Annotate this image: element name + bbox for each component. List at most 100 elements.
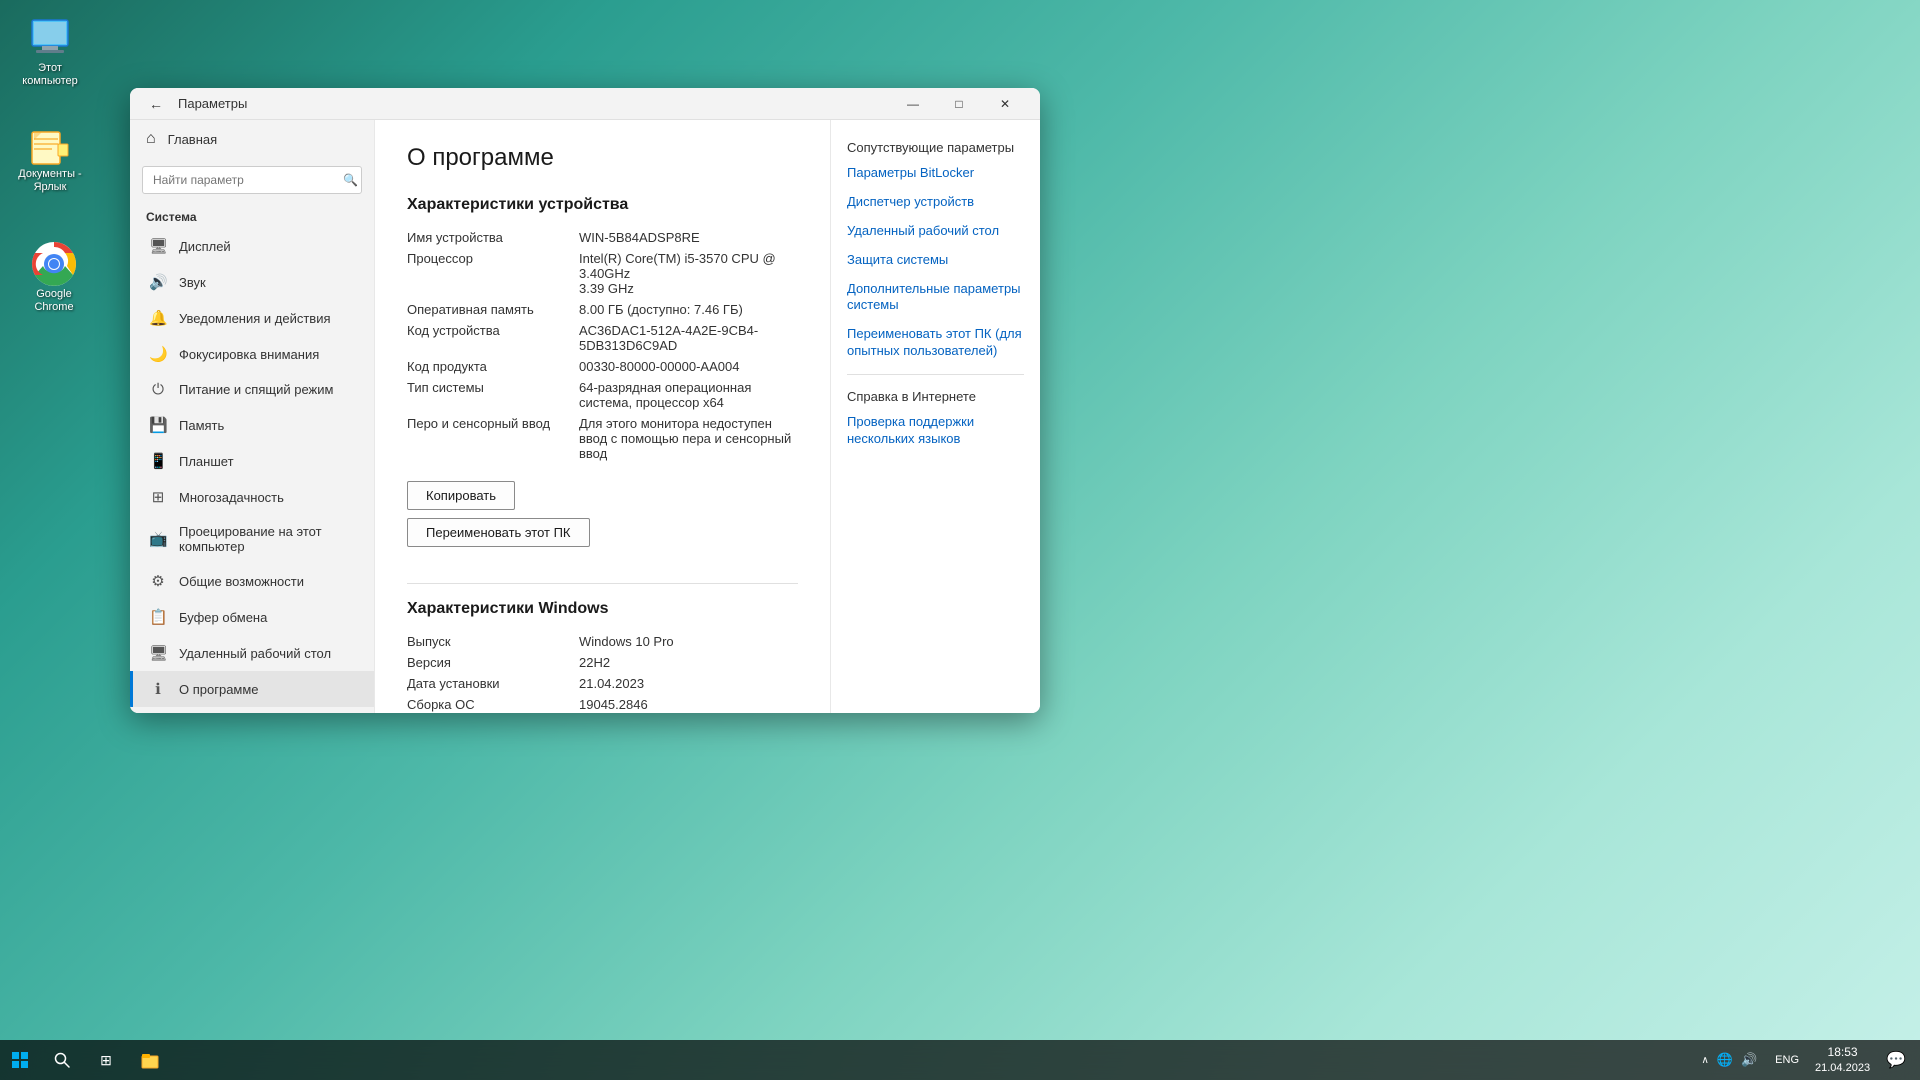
notifications-icon: 🔔 bbox=[149, 309, 167, 327]
sidebar-item-sound[interactable]: 🔊 Звук bbox=[130, 264, 374, 300]
focus-icon: 🌙 bbox=[149, 345, 167, 363]
clipboard-icon: 📋 bbox=[149, 608, 167, 626]
advanced-settings-link[interactable]: Дополнительные параметры системы bbox=[847, 281, 1024, 315]
window-body: ⌂ Главная 🔍 Система 🖥 Дисплей 🔊 Звук bbox=[130, 120, 1040, 713]
sidebar-item-accessibility-label: Общие возможности bbox=[179, 574, 304, 589]
power-icon: ⏻ bbox=[149, 381, 167, 398]
network-icon[interactable]: 🌐 bbox=[1717, 1052, 1733, 1068]
language-indicator[interactable]: ENG bbox=[1769, 1040, 1805, 1080]
clock-display[interactable]: 18:53 21.04.2023 bbox=[1809, 1040, 1876, 1080]
value-device-name: WIN-5B84ADSP8RE bbox=[579, 230, 798, 245]
sidebar-item-power[interactable]: ⏻ Питание и спящий режим bbox=[130, 372, 374, 407]
titlebar: ← Параметры — □ ✕ bbox=[130, 88, 1040, 120]
taskbar-tray: ∧ 🌐 🔊 ENG 18:53 21.04.2023 💬 bbox=[1685, 1040, 1920, 1080]
remote-icon: 🖥 bbox=[149, 644, 167, 662]
sidebar-section-label: Система bbox=[130, 202, 374, 228]
display-icon: 🖥 bbox=[149, 237, 167, 255]
device-info-grid: Имя устройства WIN-5B84ADSP8RE Процессор… bbox=[407, 230, 798, 461]
sidebar-item-remote[interactable]: 🖥 Удаленный рабочий стол bbox=[130, 635, 374, 671]
windows-info-grid: Выпуск Windows 10 Pro Версия 22H2 Дата у… bbox=[407, 634, 798, 713]
sidebar-item-tablet[interactable]: 📱 Планшет bbox=[130, 443, 374, 479]
sidebar-home[interactable]: ⌂ Главная bbox=[130, 120, 374, 158]
sidebar-item-display[interactable]: 🖥 Дисплей bbox=[130, 228, 374, 264]
taskbar-file-explorer[interactable] bbox=[128, 1040, 172, 1080]
label-os-build: Сборка ОС bbox=[407, 697, 567, 712]
multilang-link[interactable]: Проверка поддержки нескольких языков bbox=[847, 414, 1024, 448]
rename-pc-advanced-link[interactable]: Переименовать этот ПК (для опытных польз… bbox=[847, 326, 1024, 360]
minimize-button[interactable]: — bbox=[890, 88, 936, 120]
maximize-button[interactable]: □ bbox=[936, 88, 982, 120]
settings-window: ← Параметры — □ ✕ ⌂ Главная 🔍 Система bbox=[130, 88, 1040, 713]
sidebar-item-about-label: О программе bbox=[179, 682, 259, 697]
start-button[interactable] bbox=[0, 1040, 40, 1080]
sidebar-item-project-label: Проецирование на этот компьютер bbox=[179, 524, 358, 554]
desktop-icon-documents[interactable]: Документы - Ярлык bbox=[10, 120, 90, 198]
desktop-icon-documents-label: Документы - Ярлык bbox=[18, 168, 81, 194]
taskbar-search[interactable] bbox=[40, 1040, 84, 1080]
sidebar-item-display-label: Дисплей bbox=[179, 239, 231, 254]
sidebar: ⌂ Главная 🔍 Система 🖥 Дисплей 🔊 Звук bbox=[130, 120, 375, 713]
sidebar-home-label: Главная bbox=[168, 132, 217, 147]
taskbar: ⊞ ∧ 🌐 🔊 ENG 18:53 21.04.2023 💬 bbox=[0, 1040, 1920, 1080]
device-section-title: Характеристики устройства bbox=[407, 196, 798, 214]
sidebar-item-multitask[interactable]: ⊞ Многозадачность bbox=[130, 479, 374, 515]
device-manager-link[interactable]: Диспетчер устройств bbox=[847, 194, 1024, 211]
value-device-code: AC36DAC1-512A-4A2E-9CB4-5DB313D6C9AD bbox=[579, 323, 798, 353]
label-version: Версия bbox=[407, 655, 567, 670]
desktop-icon-chrome[interactable]: Google Chrome bbox=[14, 236, 94, 318]
label-ram: Оперативная память bbox=[407, 302, 567, 317]
sidebar-item-storage[interactable]: 💾 Память bbox=[130, 407, 374, 443]
sidebar-item-accessibility[interactable]: ⚙ Общие возможности bbox=[130, 563, 374, 599]
sidebar-item-focus-label: Фокусировка внимания bbox=[179, 347, 319, 362]
sidebar-item-project[interactable]: 📺 Проецирование на этот компьютер bbox=[130, 515, 374, 563]
label-install-date: Дата установки bbox=[407, 676, 567, 691]
sound-icon: 🔊 bbox=[149, 273, 167, 291]
sidebar-item-notifications-label: Уведомления и действия bbox=[179, 311, 331, 326]
desktop-icon-this-pc[interactable]: Этот компьютер bbox=[10, 10, 90, 92]
sidebar-search-container: 🔍 bbox=[142, 166, 362, 194]
value-os-build: 19045.2846 bbox=[579, 697, 798, 712]
label-product-code: Код продукта bbox=[407, 359, 567, 374]
rename-pc-button[interactable]: Переименовать этот ПК bbox=[407, 518, 590, 547]
titlebar-controls: — □ ✕ bbox=[890, 88, 1028, 120]
label-processor: Процессор bbox=[407, 251, 567, 296]
tray-chevron[interactable]: ∧ bbox=[1701, 1055, 1708, 1066]
value-product-code: 00330-80000-00000-AA004 bbox=[579, 359, 798, 374]
label-device-name: Имя устройства bbox=[407, 230, 567, 245]
sidebar-item-storage-label: Память bbox=[179, 418, 224, 433]
section-divider bbox=[407, 583, 798, 584]
sidebar-item-clipboard-label: Буфер обмена bbox=[179, 610, 267, 625]
volume-icon[interactable]: 🔊 bbox=[1741, 1052, 1757, 1068]
label-pen-touch: Перо и сенсорный ввод bbox=[407, 416, 567, 461]
notification-center[interactable]: 💬 bbox=[1880, 1040, 1912, 1080]
value-install-date: 21.04.2023 bbox=[579, 676, 798, 691]
sidebar-item-focus[interactable]: 🌙 Фокусировка внимания bbox=[130, 336, 374, 372]
accessibility-icon: ⚙ bbox=[149, 572, 167, 590]
search-input[interactable] bbox=[142, 166, 362, 194]
help-title: Справка в Интернете bbox=[847, 389, 1024, 404]
clock-date: 21.04.2023 bbox=[1815, 1061, 1870, 1076]
tray-icons: ∧ 🌐 🔊 bbox=[1693, 1040, 1765, 1080]
back-button[interactable]: ← bbox=[142, 90, 170, 118]
taskbar-search-icon bbox=[53, 1051, 71, 1069]
sidebar-item-tablet-label: Планшет bbox=[179, 454, 234, 469]
bitlocker-link[interactable]: Параметры BitLocker bbox=[847, 165, 1024, 182]
storage-icon: 💾 bbox=[149, 416, 167, 434]
remote-desktop-link[interactable]: Удаленный рабочий стол bbox=[847, 223, 1024, 240]
multitask-icon: ⊞ bbox=[149, 488, 167, 506]
sidebar-item-about[interactable]: ℹ О программе bbox=[130, 671, 374, 707]
system-protection-link[interactable]: Защита системы bbox=[847, 252, 1024, 269]
documents-icon bbox=[28, 124, 72, 168]
sidebar-item-clipboard[interactable]: 📋 Буфер обмена bbox=[130, 599, 374, 635]
close-button[interactable]: ✕ bbox=[982, 88, 1028, 120]
sidebar-item-notifications[interactable]: 🔔 Уведомления и действия bbox=[130, 300, 374, 336]
related-params-title: Сопутствующие параметры bbox=[847, 140, 1024, 155]
tablet-icon: 📱 bbox=[149, 452, 167, 470]
copy-device-button[interactable]: Копировать bbox=[407, 481, 515, 510]
home-icon: ⌂ bbox=[146, 130, 156, 148]
windows-logo bbox=[12, 1052, 28, 1068]
desktop-icon-this-pc-label: Этот компьютер bbox=[14, 62, 86, 88]
search-button[interactable]: 🔍 bbox=[343, 173, 358, 187]
label-device-code: Код устройства bbox=[407, 323, 567, 353]
taskbar-task-view[interactable]: ⊞ bbox=[84, 1040, 128, 1080]
